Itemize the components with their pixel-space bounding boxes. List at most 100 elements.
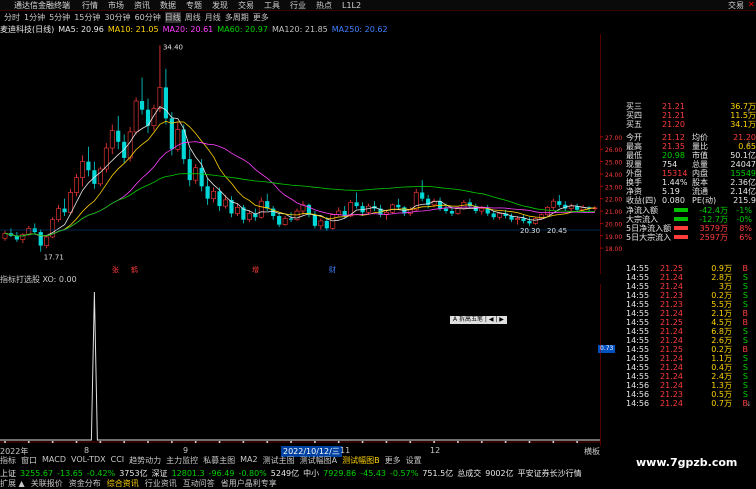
arrow-icon[interactable]: ↓ (746, 140, 752, 148)
menu-industry[interactable]: 行业 (290, 0, 306, 11)
menu-topics[interactable]: 专题 (186, 0, 202, 11)
arrow-icon[interactable]: ↑ (746, 108, 752, 116)
menu-hotspots[interactable]: 热点 (316, 0, 332, 11)
quote-panel: 买三 21.21 36.7万 买四 21.21 11.5万 买五 21.20 34.1万 今开 2… (626, 102, 756, 242)
sz-change: -96.49 (208, 468, 235, 478)
bottom-tab[interactable]: 互动问答 (183, 478, 215, 488)
indicator-tab[interactable]: 趋势动力 (129, 455, 161, 465)
period-tab[interactable]: 15分钟 (74, 12, 100, 23)
menu-l1l2[interactable]: L1L2 (342, 1, 361, 10)
period-tab[interactable]: 月线 (205, 12, 221, 23)
period-tab[interactable]: 60分钟 (135, 12, 161, 23)
menu-discover[interactable]: 发现 (212, 0, 228, 11)
indicator-tab[interactable]: 私募主图 (203, 455, 235, 465)
candle-body (38, 232, 43, 246)
zx-label[interactable]: 中小 (303, 468, 319, 479)
sub-dot (409, 441, 412, 443)
bottom-tab[interactable]: 关联报价 (31, 478, 63, 488)
arrow-icon[interactable]: ↓ (746, 400, 752, 408)
candle-body (199, 167, 204, 187)
indicator-tab[interactable]: MACD (42, 455, 66, 465)
period-tab[interactable]: 30分钟 (104, 12, 130, 23)
menu-trade-right[interactable]: 交易 (728, 0, 744, 11)
indicator-tab[interactable]: 设置 (406, 455, 422, 465)
candle-body (527, 220, 532, 224)
period-tab[interactable]: 分时 (4, 12, 20, 23)
bottom-tab[interactable]: 省用户晶利专享 (221, 478, 277, 488)
floating-toolbar[interactable]: A 拆高五笔 | ◀ | ▶ (450, 316, 507, 324)
period-tab[interactable]: 周线 (185, 12, 201, 23)
candle-body (56, 208, 62, 220)
range-high-label: 20.45 (547, 227, 567, 235)
bottom-tab[interactable]: 资金分布 (69, 478, 101, 488)
menu-tools[interactable]: 工具 (264, 0, 280, 11)
indicator-tab[interactable]: 测试幅图A (300, 455, 337, 465)
indicator-tab[interactable]: 测试幅图B (342, 455, 380, 465)
close-icon[interactable]: ✕ (748, 0, 755, 9)
stat-row: 换手 1.44% 股本 2.36亿 (626, 178, 756, 187)
period-tab[interactable]: 1分钟 (24, 12, 45, 23)
tick-volume: 1.1万 (711, 354, 732, 363)
candle-body (455, 208, 461, 214)
sz-value: 12801.3 (171, 468, 205, 478)
candle-body (127, 131, 133, 159)
sub-indicator-chart[interactable] (0, 284, 600, 444)
menu-quotes[interactable]: 行情 (82, 0, 98, 11)
tick-time: 14:56 (626, 399, 650, 408)
price-axis-label: 22.00 (605, 197, 622, 204)
order-book-row: 买三 21.21 36.7万 (626, 102, 756, 111)
tick-time: 14:55 (626, 345, 650, 354)
stat-label: 总量 (692, 160, 708, 169)
date-mark-4: 12 (430, 446, 441, 455)
indicator-tab[interactable]: 窗口 (21, 455, 37, 465)
indicator-tab[interactable]: CCI (111, 455, 125, 465)
server-name[interactable]: 平安证券长沙行情 (518, 468, 582, 479)
bottom-tab[interactable]: 扩展 ▲ (0, 478, 25, 488)
tick-time: 14:55 (626, 327, 650, 336)
tick-volume: 3万 (718, 282, 732, 291)
indicator-tab[interactable]: 主力监控 (166, 455, 198, 465)
menu-market[interactable]: 市场 (108, 0, 124, 11)
menu-data[interactable]: 数据 (160, 0, 176, 11)
flow-bar (674, 208, 688, 212)
tick-price: 21.25 (660, 264, 683, 273)
tick-price: 21.23 (660, 291, 683, 300)
stat-row: 收益(四) 0.080 PE(动) 215.9 (626, 196, 756, 205)
sub-dot (504, 441, 507, 443)
period-tab[interactable]: 多周期 (225, 12, 249, 23)
kline-chart[interactable]: 34.40 17.71 20.30 20.45 张 鹤 增 财 (0, 34, 600, 274)
indicator-tab[interactable]: 更多 (385, 455, 401, 465)
period-tab[interactable]: 更多 (253, 12, 269, 23)
candle-body (223, 199, 228, 207)
tick-row: 14:55 21.24 6.8万 S (626, 327, 756, 336)
tick-time: 14:55 (626, 354, 650, 363)
indicator-tab[interactable]: VOL-TDX (71, 455, 106, 465)
sz-label[interactable]: 深证 (152, 468, 168, 479)
indicator-tab[interactable]: MA2 (240, 455, 257, 465)
sub-dot (576, 441, 579, 443)
bottom-tab[interactable]: 行业资讯 (145, 478, 177, 488)
stat-value: 15314 (662, 169, 688, 178)
flow-row: 5日大宗流入 2597万 6% (626, 233, 756, 242)
tick-price: 21.23 (660, 300, 683, 309)
tick-row: 14:56 21.24 1.3万 S (626, 381, 756, 390)
period-tab[interactable]: 日线 (164, 12, 181, 23)
tick-volume: 2.8万 (711, 273, 732, 282)
candle-body (568, 205, 574, 209)
candle-body (557, 201, 562, 205)
menu-news[interactable]: 资讯 (134, 0, 150, 11)
sh-label[interactable]: 上证 (0, 468, 16, 479)
stat-row: 最低 20.98 市值 50.1亿 (626, 151, 756, 160)
period-tab[interactable]: 5分钟 (49, 12, 70, 23)
menu-trade[interactable]: 交易 (238, 0, 254, 11)
flow-label: 5日大宗流入 (626, 233, 672, 242)
ma20-line (4, 141, 596, 237)
candle-body (133, 100, 139, 133)
tick-time: 14:55 (626, 336, 650, 345)
tick-time: 14:55 (626, 282, 650, 291)
bottom-tab[interactable]: 综合资讯 (107, 478, 139, 488)
candle-body (277, 215, 282, 225)
indicator-tab[interactable]: 测试主图 (263, 455, 295, 465)
indicator-tab[interactable]: 指标 (0, 455, 16, 465)
high-label: 34.40 (163, 43, 183, 51)
